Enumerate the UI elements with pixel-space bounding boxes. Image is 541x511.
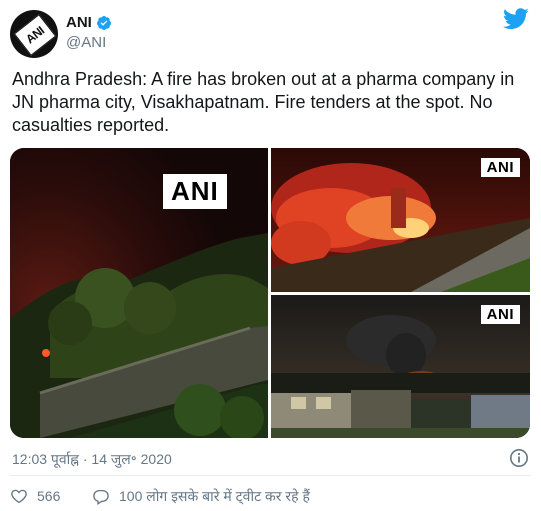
comment-icon [93, 489, 109, 505]
ani-watermark: ANI [163, 174, 227, 209]
avatar-logo: ANI [13, 14, 57, 56]
author-handle[interactable]: @ANI [66, 34, 106, 51]
author-name-row[interactable]: ANI [66, 14, 112, 31]
ani-watermark: ANI [480, 158, 520, 177]
avatar-logo-text: ANI [23, 23, 47, 47]
conversation-link[interactable]: 100 लोग इसके बारे में ट्वीट कर रहे हैं [92, 487, 310, 506]
media-image-top-right[interactable]: ANI [271, 148, 530, 292]
divider [10, 475, 531, 476]
ani-watermark: ANI [480, 305, 520, 324]
tweet-text: Andhra Pradesh: A fire has broken out at… [12, 69, 515, 135]
twitter-bird-icon[interactable] [503, 8, 529, 30]
tweet-timestamp[interactable]: 12:03 पूर्वाह्न · 14 जुल॰ 2020 [12, 450, 172, 469]
heart-icon [11, 489, 27, 504]
like-button[interactable]: 566 [10, 487, 60, 505]
media-image-left[interactable]: ANI [10, 148, 268, 438]
media-grid[interactable]: ANI ANI ANI [10, 148, 530, 438]
info-icon[interactable] [509, 448, 529, 468]
like-count: 566 [37, 488, 61, 504]
verified-badge-icon [96, 15, 111, 30]
media-image-bottom-right[interactable]: ANI [271, 295, 530, 438]
author-display-name[interactable]: ANI [66, 14, 92, 31]
conversation-text: 100 लोग इसके बारे में ट्वीट कर रहे हैं [119, 488, 310, 504]
avatar[interactable]: ANI [10, 10, 58, 58]
tweet-card: ANI ANI @ANI Andhra Pradesh: A fire has … [0, 0, 541, 511]
